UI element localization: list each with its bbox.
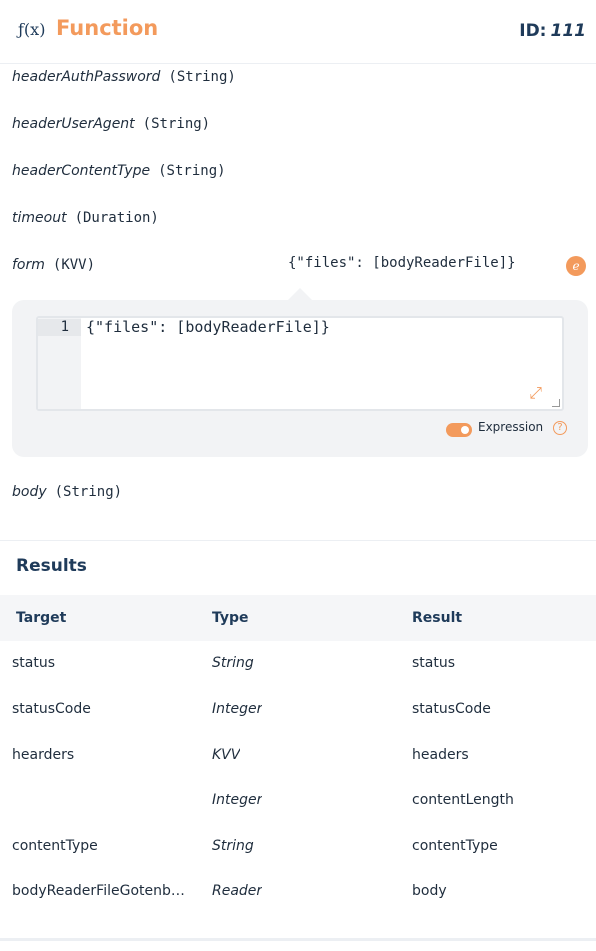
cell-target: statusCode [12, 701, 91, 717]
section-divider [0, 540, 596, 541]
param-type: (String) [142, 116, 211, 132]
expression-label: Expression [478, 420, 544, 434]
cell-target: contentType [12, 838, 98, 854]
param-name: form [12, 257, 45, 273]
column-header-type: Type [212, 610, 249, 626]
function-header: ƒ(x) Function ID: 111 [0, 0, 596, 64]
param-header-auth-password[interactable]: headerAuthPassword (String) [12, 66, 236, 88]
cell-result: headers [412, 747, 469, 763]
param-header-content-type[interactable]: headerContentType (String) [12, 160, 226, 182]
param-type: (String) [54, 484, 123, 500]
cell-type: String [212, 655, 254, 671]
function-title: Function [56, 16, 159, 40]
help-icon[interactable]: ? [553, 421, 567, 435]
function-id: ID: 111 [519, 21, 586, 41]
cell-result: contentLength [412, 792, 514, 808]
param-type: (Duration) [74, 210, 159, 226]
id-value: 111 [550, 21, 587, 41]
cell-type: Reader [212, 883, 263, 899]
param-type: (String) [168, 69, 236, 85]
param-name: headerUserAgent [12, 116, 135, 132]
table-row[interactable]: status String status [0, 655, 596, 701]
param-header-user-agent[interactable]: headerUserAgent (String) [12, 113, 210, 135]
cell-result: contentType [412, 838, 498, 854]
cell-target: bodyReaderFileGotenb… [12, 883, 185, 899]
code-line[interactable]: {"files": [bodyReaderFile]} [86, 319, 330, 336]
cell-type: Integer [212, 792, 263, 808]
editor-gutter: 1 [38, 318, 81, 409]
param-timeout[interactable]: timeout (Duration) [12, 207, 159, 229]
cell-target: hearders [12, 747, 75, 763]
expand-icon[interactable]: ⤢ [529, 383, 542, 403]
results-table-header: Target Type Result [0, 595, 596, 641]
resize-handle-icon[interactable] [552, 399, 560, 407]
param-type: (String) [158, 163, 226, 179]
param-name: headerContentType [12, 163, 151, 179]
param-type: (KVV) [52, 257, 96, 273]
function-icon: ƒ(x) [18, 20, 46, 39]
bottom-divider [0, 938, 596, 941]
expression-editor-panel: 1 {"files": [bodyReaderFile]} ⤢ Expressi… [12, 300, 588, 457]
table-row[interactable]: hearders KVV headers [0, 747, 596, 793]
param-body[interactable]: body (String) [12, 481, 122, 503]
cell-type: Integer [212, 701, 263, 717]
cell-result: body [412, 883, 447, 899]
panel-pointer [288, 288, 312, 300]
cell-type: String [212, 838, 254, 854]
param-name: body [12, 484, 47, 500]
param-name: timeout [12, 210, 67, 226]
id-label: ID: [519, 21, 547, 41]
param-name: headerAuthPassword [12, 69, 161, 85]
results-title: Results [16, 556, 87, 576]
cell-type: KVV [212, 747, 241, 763]
expression-toggle[interactable] [446, 423, 472, 437]
cell-result: statusCode [412, 701, 491, 717]
code-editor[interactable]: 1 {"files": [bodyReaderFile]} ⤢ [36, 316, 564, 411]
table-row[interactable]: statusCode Integer statusCode [0, 701, 596, 747]
line-number: 1 [38, 319, 81, 336]
toggle-knob [461, 426, 469, 434]
cell-result: status [412, 655, 456, 671]
table-row[interactable]: bodyReaderFileGotenb… Reader body [0, 883, 596, 929]
table-row[interactable]: Integer contentLength [0, 792, 596, 838]
expression-badge-icon[interactable]: e [566, 256, 586, 276]
column-header-target: Target [16, 610, 67, 626]
column-header-result: Result [412, 610, 463, 626]
cell-target: status [12, 655, 56, 671]
form-value-preview[interactable]: {"files": [bodyReaderFile]} [288, 255, 516, 271]
table-row[interactable]: contentType String contentType [0, 838, 596, 884]
param-form[interactable]: form (KVV) [12, 254, 95, 276]
